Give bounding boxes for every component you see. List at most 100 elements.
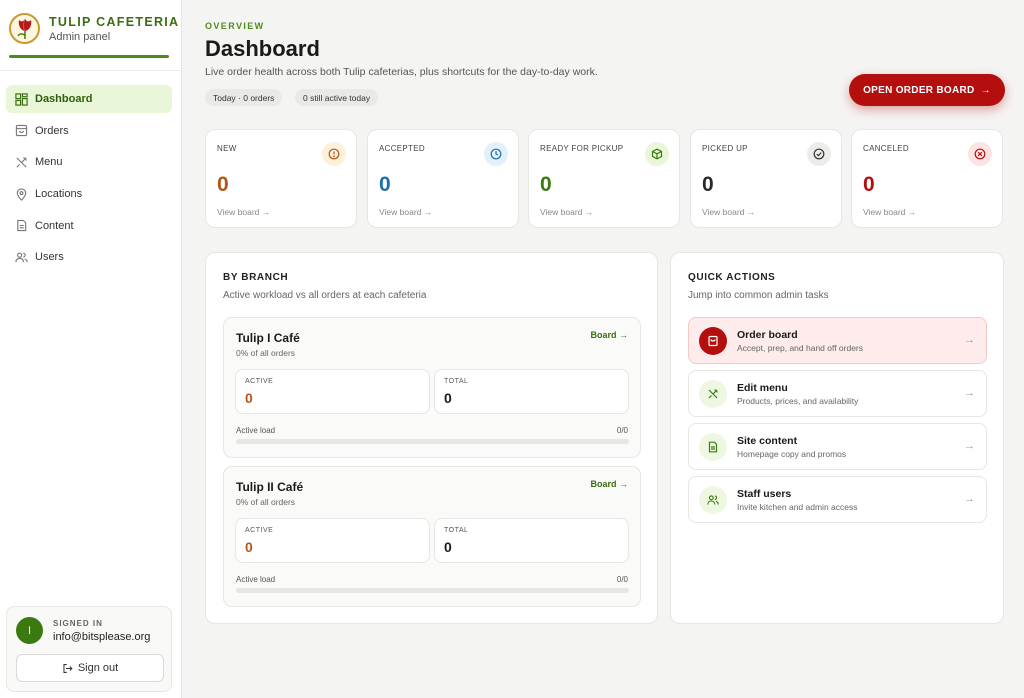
stat-label: READY FOR PICKUP (540, 144, 624, 153)
stat-card-accepted: ACCEPTED 0 View board → (367, 129, 519, 228)
utensils-icon (16, 157, 27, 168)
sidebar-item-label: Orders (35, 124, 69, 137)
active-label: ACTIVE (245, 527, 274, 534)
sidebar-item-content[interactable]: Content (6, 212, 172, 240)
open-order-board-button[interactable]: OPEN ORDER BOARD → (849, 74, 1005, 106)
document-icon (699, 433, 727, 461)
map-pin-icon (16, 187, 27, 201)
active-load-label: Active load (236, 575, 276, 584)
total-value: 0 (444, 390, 452, 406)
stat-value: 0 (379, 173, 391, 196)
view-board-link[interactable]: View board → (540, 207, 593, 217)
stat-value: 0 (702, 173, 714, 196)
clock-icon (484, 142, 508, 166)
signed-in-label: SIGNED IN (53, 619, 103, 628)
order-board-action[interactable]: Order board Accept, prep, and hand off o… (688, 317, 987, 364)
sidebar-item-users[interactable]: Users (6, 243, 172, 271)
stat-value: 0 (540, 173, 552, 196)
arrow-right-icon: → (964, 387, 975, 399)
total-value: 0 (444, 539, 452, 555)
staff-users-action[interactable]: Staff users Invite kitchen and admin acc… (688, 476, 987, 523)
stat-label: PICKED UP (702, 144, 748, 153)
stat-card-ready-for-pickup: READY FOR PICKUP 0 View board → (528, 129, 680, 228)
branch-board-link[interactable]: Board → (590, 330, 628, 340)
total-count-box: TOTAL 0 (434, 518, 629, 563)
by-branch-card: BY BRANCH Active workload vs all orders … (205, 252, 658, 624)
sign-out-label: Sign out (77, 662, 119, 674)
sidebar-item-dashboard[interactable]: Dashboard (6, 85, 172, 113)
sidebar-nav: Dashboard Orders Menu Locations Content … (6, 85, 172, 275)
branch-card: Tulip I Café 0% of all orders Board → AC… (223, 317, 641, 458)
sidebar-item-label: Users (35, 251, 64, 264)
view-board-link[interactable]: View board → (863, 207, 916, 217)
branch-name: Tulip II Café (236, 480, 304, 494)
document-icon (17, 220, 27, 232)
sign-out-button[interactable]: Sign out (16, 654, 164, 682)
sidebar-item-locations[interactable]: Locations (6, 180, 172, 208)
sidebar-item-orders[interactable]: Orders (6, 117, 172, 145)
active-count-box: ACTIVE 0 (235, 518, 430, 563)
active-load-bar (236, 439, 629, 444)
sidebar-item-label: Dashboard (35, 93, 93, 105)
logout-icon (63, 663, 73, 673)
stat-value: 0 (217, 173, 229, 196)
active-load-bar (236, 588, 629, 593)
brand-name: TULIP CAFETERIA (49, 14, 180, 29)
x-circle-icon (968, 142, 992, 166)
branch-share: 0% of all orders (236, 348, 296, 358)
sidebar: TULIP CAFETERIA Admin panel Dashboard Or… (0, 0, 182, 698)
brand-underline (9, 55, 169, 58)
sidebar-item-label: Locations (35, 188, 83, 201)
edit-menu-action[interactable]: Edit menu Products, prices, and availabi… (688, 370, 987, 417)
account-panel: I SIGNED IN info@bitsplease.org Sign out (6, 606, 172, 692)
divider (0, 70, 181, 71)
total-count-box: TOTAL 0 (434, 369, 629, 414)
action-subtitle: Homepage copy and promos (737, 449, 847, 459)
view-board-link[interactable]: View board → (217, 207, 270, 217)
grid-icon (15, 92, 28, 106)
users-icon (699, 486, 727, 514)
action-title: Edit menu (737, 382, 788, 394)
open-order-board-label: OPEN ORDER BOARD (863, 84, 975, 96)
receipt-icon (699, 327, 727, 355)
stat-label: CANCELED (863, 144, 909, 153)
branch-board-link[interactable]: Board → (590, 479, 628, 489)
total-label: TOTAL (444, 378, 469, 385)
action-subtitle: Accept, prep, and hand off orders (737, 343, 864, 353)
active-load-label: Active load (236, 426, 276, 435)
page-eyebrow: OVERVIEW (205, 21, 265, 31)
users-icon (15, 252, 28, 263)
page-title: Dashboard (205, 36, 320, 61)
card-title: QUICK ACTIONS (688, 272, 776, 283)
utensils-icon (699, 380, 727, 408)
account-email: info@bitsplease.org (53, 631, 151, 643)
active-count-box: ACTIVE 0 (235, 369, 430, 414)
stat-card-picked-up: PICKED UP 0 View board → (690, 129, 842, 228)
active-load-value: 0/0 (616, 426, 628, 435)
action-title: Order board (737, 329, 798, 341)
arrow-right-icon: → (964, 493, 975, 505)
tulip-icon (9, 13, 40, 44)
action-title: Staff users (737, 488, 792, 500)
sidebar-item-menu[interactable]: Menu (6, 148, 172, 176)
bag-icon (15, 125, 28, 137)
action-subtitle: Products, prices, and availability (737, 396, 859, 406)
view-board-link[interactable]: View board → (379, 207, 432, 217)
site-content-action[interactable]: Site content Homepage copy and promos → (688, 423, 987, 470)
brand-subtitle: Admin panel (49, 30, 111, 43)
main-content: OVERVIEW Dashboard Live order health acr… (182, 0, 1024, 698)
brand[interactable]: TULIP CAFETERIA Admin panel (0, 0, 181, 48)
branch-card: Tulip II Café 0% of all orders Board → A… (223, 466, 641, 607)
view-board-link[interactable]: View board → (702, 207, 755, 217)
card-subtitle: Active workload vs all orders at each ca… (223, 290, 427, 301)
arrow-right-icon: → (980, 84, 991, 96)
package-icon (645, 142, 669, 166)
active-label: ACTIVE (245, 378, 274, 385)
today-orders-pill: Today · 0 orders (205, 89, 283, 106)
card-subtitle: Jump into common admin tasks (688, 290, 829, 301)
alert-icon (322, 142, 346, 166)
quick-actions-card: QUICK ACTIONS Jump into common admin tas… (670, 252, 1004, 624)
card-title: BY BRANCH (223, 272, 289, 283)
arrow-right-icon: → (964, 334, 975, 346)
stat-card-new: NEW 0 View board → (205, 129, 357, 228)
